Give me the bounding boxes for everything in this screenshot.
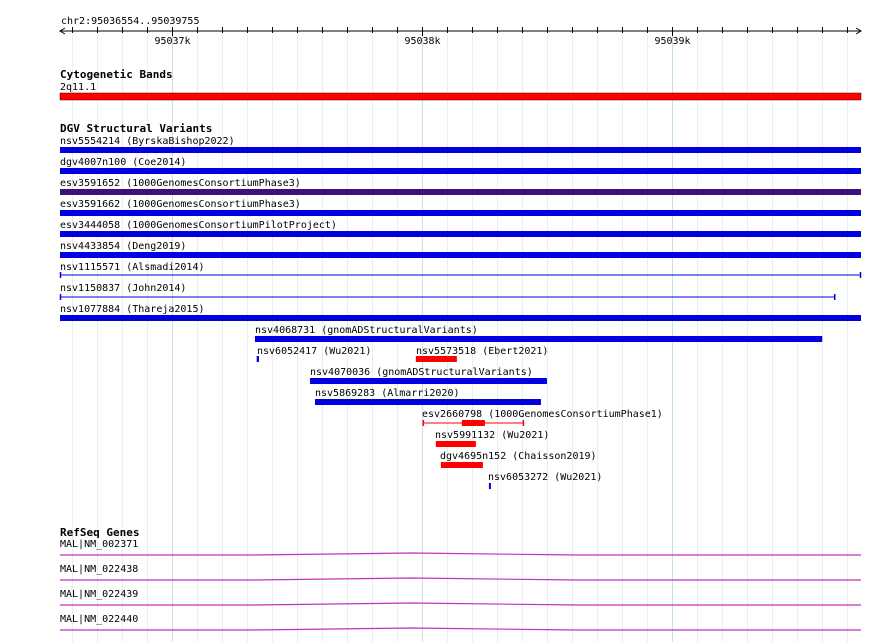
gene-feature[interactable]: MAL|NM_022440 [60,614,861,631]
sv-feature-label[interactable]: esv3591652 (1000GenomesConsortiumPhase3) [60,178,301,189]
sv-feature-label[interactable]: nsv5991132 (Wu2021) [435,430,549,441]
refseq-track-title[interactable]: RefSeq Genes [60,526,139,539]
sv-feature-label[interactable]: dgv4695n152 (Chaisson2019) [440,451,597,462]
ruler[interactable]: 95037k 95038k 95039k [59,27,862,47]
sv-bar[interactable] [60,252,861,258]
ruler-tick-label: 95038k [404,36,440,47]
gene-label[interactable]: MAL|NM_022438 [60,564,138,575]
sv-feature[interactable]: nsv5869283 (Almarri2020) [314,388,541,405]
sv-bar[interactable] [440,462,483,468]
dgv-track-title[interactable]: DGV Structural Variants [60,122,212,135]
sv-feature-label[interactable]: nsv6052417 (Wu2021) [257,346,371,357]
sv-feature-label[interactable]: esv2660798 (1000GenomesConsortiumPhase1) [422,409,663,420]
gene-feature[interactable]: MAL|NM_002371 [60,539,861,556]
sv-feature-label[interactable]: nsv5554214 (ByrskaBishop2022) [60,136,235,147]
ruler-tick-label: 95037k [154,36,190,47]
location-label: chr2:95036554..95039755 [61,16,199,27]
gene-label[interactable]: MAL|NM_022440 [60,614,138,625]
sv-feature[interactable]: esv3444058 (1000GenomesConsortiumPilotPr… [60,220,861,237]
cytoband-bar[interactable] [59,92,862,101]
sv-feature[interactable]: nsv4068731 (gnomADStructuralVariants) [254,325,823,342]
sv-feature[interactable]: nsv5573518 (Ebert2021) [415,346,549,362]
sv-feature[interactable]: nsv6053272 (Wu2021) [488,472,602,489]
sv-feature-label[interactable]: nsv6053272 (Wu2021) [488,472,602,483]
sv-bar[interactable] [60,189,861,195]
sv-bar[interactable] [254,336,823,342]
refseq-track[interactable]: MAL|NM_002371 MAL|NM_022438 MAL|NM_022439 M… [60,539,861,631]
gene-label[interactable]: MAL|NM_002371 [60,539,138,550]
sv-feature-label[interactable]: nsv1115571 (Alsmadi2014) [60,262,205,273]
gene-feature[interactable]: MAL|NM_022438 [60,564,861,581]
sv-feature-label[interactable]: nsv5573518 (Ebert2021) [416,346,548,357]
sv-feature-label[interactable]: nsv4433854 (Deng2019) [60,241,186,252]
sv-feature[interactable]: nsv6052417 (Wu2021) [256,346,372,362]
sv-bar[interactable] [60,147,861,153]
gene-line[interactable] [60,552,861,556]
sv-bar[interactable] [60,231,861,237]
sv-bar[interactable] [256,356,259,362]
sv-feature[interactable]: nsv4070036 (gnomADStructuralVariants) [309,367,547,384]
sv-feature[interactable]: esv3591662 (1000GenomesConsortiumPhase3) [60,199,861,216]
sv-feature-label[interactable]: nsv4070036 (gnomADStructuralVariants) [310,367,533,378]
sv-bar[interactable] [488,483,491,489]
sv-bar[interactable] [314,399,541,405]
cytoband-track-title[interactable]: Cytogenetic Bands [60,68,173,81]
ruler-tick-label: 95039k [654,36,690,47]
sv-feature-label[interactable]: nsv1077884 (Thareja2015) [60,304,205,315]
sv-feature[interactable]: nsv1115571 (Alsmadi2014) [59,262,862,278]
gene-line[interactable] [60,627,861,631]
gene-label[interactable]: MAL|NM_022439 [60,589,138,600]
sv-feature-label[interactable]: nsv1150837 (John2014) [60,283,186,294]
dgv-track[interactable]: nsv5554214 (ByrskaBishop2022) dgv4007n100… [59,136,862,489]
sv-bar[interactable] [415,356,457,362]
sv-feature[interactable]: nsv5554214 (ByrskaBishop2022) [60,136,861,153]
sv-bar[interactable] [60,210,861,216]
gene-line[interactable] [60,602,861,606]
sv-bar[interactable] [60,315,861,321]
sv-bar[interactable] [309,378,547,384]
sv-feature[interactable]: dgv4007n100 (Coe2014) [60,157,861,174]
sv-feature[interactable]: dgv4695n152 (Chaisson2019) [440,451,597,468]
sv-bar[interactable] [435,441,476,447]
sv-feature-label[interactable]: esv3591662 (1000GenomesConsortiumPhase3) [60,199,301,210]
sv-bar[interactable] [60,168,861,174]
sv-feature[interactable]: nsv4433854 (Deng2019) [60,241,861,258]
sv-feature-label[interactable]: nsv4068731 (gnomADStructuralVariants) [255,325,478,336]
sv-feature-label[interactable]: dgv4007n100 (Coe2014) [60,157,186,168]
sv-feature[interactable]: nsv5991132 (Wu2021) [435,430,549,447]
genome-browser-canvas[interactable]: chr2:95036554..95039755 95037k 95038k 9503… [0,0,890,642]
sv-core-bar[interactable] [461,420,485,426]
gene-line[interactable] [60,577,861,581]
cytoband-label[interactable]: 2q11.1 [60,82,96,93]
cytoband-track[interactable]: 2q11.1 [59,82,862,101]
sv-feature-label[interactable]: nsv5869283 (Almarri2020) [315,388,460,399]
gene-feature[interactable]: MAL|NM_022439 [60,589,861,606]
sv-feature-label[interactable]: esv3444058 (1000GenomesConsortiumPilotPr… [60,220,337,231]
sv-feature[interactable]: esv3591652 (1000GenomesConsortiumPhase3) [60,178,861,195]
sv-feature[interactable]: nsv1077884 (Thareja2015) [60,304,861,321]
sv-feature[interactable]: esv2660798 (1000GenomesConsortiumPhase1) [422,409,663,426]
